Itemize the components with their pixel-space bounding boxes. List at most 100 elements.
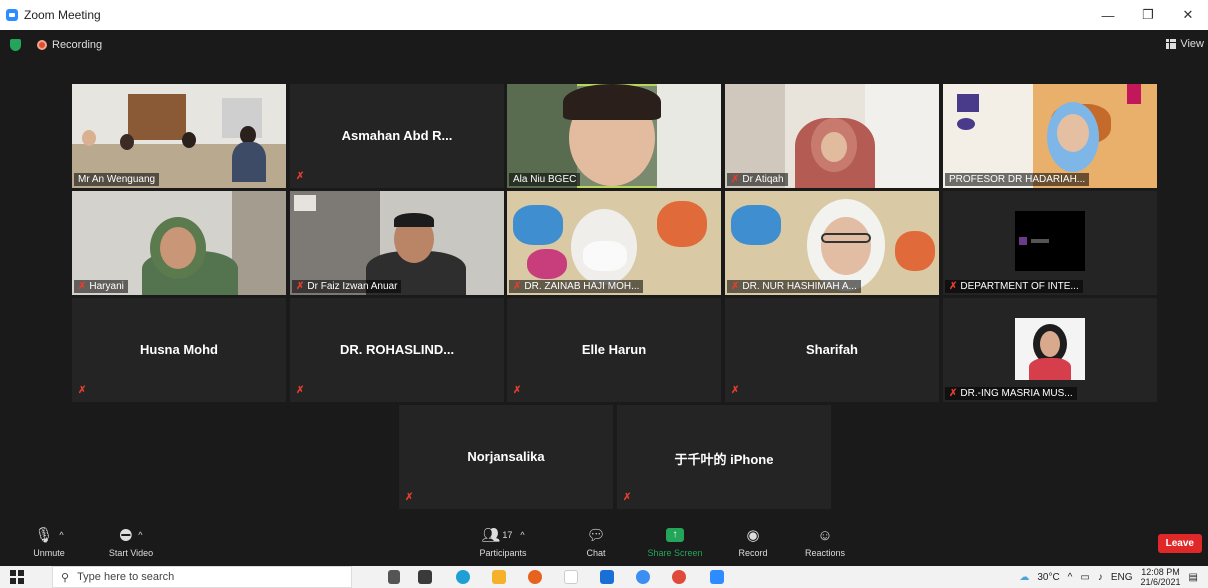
search-icon: ⚲	[61, 571, 70, 584]
participant-tile[interactable]: ✗ Haryani	[72, 191, 286, 295]
participant-name: Elle Harun	[581, 342, 647, 357]
muted-mic-icon: ✗	[78, 385, 87, 396]
participant-tile[interactable]: ✗ Dr Faiz Izwan Anuar	[290, 191, 504, 295]
video-off-icon: ⛔︎ ^	[119, 526, 143, 544]
file-explorer-icon[interactable]	[492, 570, 506, 584]
participant-tile[interactable]: ✗ DR.-ING MASRIA MUS...	[943, 298, 1157, 402]
window-controls: — ❐ ✕	[1088, 0, 1208, 30]
participant-name: ✗ DR.-ING MASRIA MUS...	[945, 387, 1077, 400]
participants-icon: 👥︎ 17 ^	[481, 527, 525, 544]
participant-tile[interactable]: Norjansalika ✗	[399, 405, 613, 509]
mail-icon[interactable]	[600, 570, 614, 584]
participant-tile[interactable]: Asmahan Abd R... ✗	[290, 84, 504, 188]
close-button[interactable]: ✕	[1168, 0, 1208, 30]
window-titlebar: Zoom Meeting — ❐ ✕	[0, 0, 1208, 30]
language-indicator[interactable]: ENG	[1111, 572, 1133, 583]
taskbar-search-input[interactable]: ⚲ Type here to search	[52, 566, 352, 588]
participant-tile[interactable]: ✗ Dr Atiqah	[725, 84, 939, 188]
participant-name: Norjansalika	[467, 449, 545, 464]
participant-tile[interactable]: Elle Harun ✗	[507, 298, 721, 402]
recording-icon	[37, 40, 47, 50]
participant-name: 于千叶的 iPhone	[674, 452, 774, 467]
leave-button[interactable]: Leave	[1157, 534, 1202, 553]
window-title: Zoom Meeting	[24, 8, 101, 22]
participants-button[interactable]: 👥︎ 17 ^ Participants	[468, 524, 538, 558]
view-button[interactable]: View	[1166, 38, 1204, 50]
muted-mic-icon: ✗	[731, 385, 740, 396]
participant-tile[interactable]: ✗ DR. ZAINAB HAJI MOH...	[507, 191, 721, 295]
zoom-app-icon	[6, 9, 18, 21]
participant-tile[interactable]: ✗ DEPARTMENT OF INTE...	[943, 191, 1157, 295]
meeting-topbar: Recording View	[0, 30, 1208, 60]
recording-label: Recording	[52, 39, 103, 51]
muted-mic-icon: ✗	[513, 281, 522, 292]
muted-mic-icon: ✗	[296, 281, 305, 292]
share-screen-icon: ↑	[666, 524, 684, 546]
view-label: View	[1180, 38, 1204, 50]
record-icon: ◉	[746, 527, 760, 544]
participant-name: ✗ Haryani	[74, 280, 128, 293]
record-button[interactable]: ◉ Record	[718, 524, 788, 558]
participant-name: Asmahan Abd R...	[341, 128, 453, 143]
network-icon[interactable]: ▭	[1080, 572, 1089, 583]
participant-name: Husna Mohd	[140, 342, 218, 357]
edge-icon[interactable]	[456, 570, 470, 584]
participant-name: ✗ Dr Faiz Izwan Anuar	[292, 280, 402, 293]
zoom-taskbar-icon[interactable]	[710, 570, 724, 584]
muted-mic-icon: ✗	[949, 388, 958, 399]
muted-microphone-icon: 🎙︎ ^	[34, 527, 64, 544]
muted-mic-icon: ✗	[623, 492, 632, 503]
participant-name: Sharifah	[805, 342, 858, 357]
meeting-controls: 🎙︎ ^ Unmute ⛔︎ ^ Start Video 👥︎ 17 ^ Partici…	[0, 522, 1208, 564]
muted-mic-icon: ✗	[949, 281, 958, 292]
participant-tile[interactable]: Sharifah ✗	[725, 298, 939, 402]
chat-icon: 💬︎	[586, 527, 606, 544]
taskbar-clock[interactable]: 12:08 PM 21/6/2021	[1141, 567, 1181, 587]
active-speaker-tile[interactable]: Ala Niu BGEC	[507, 84, 721, 188]
reactions-button[interactable]: ☺︎ Reactions	[790, 524, 860, 559]
participant-name: ✗ DR. NUR HASHIMAH A...	[727, 280, 861, 293]
minimize-button[interactable]: —	[1088, 0, 1128, 30]
participant-tile[interactable]: ✗ DR. NUR HASHIMAH A...	[725, 191, 939, 295]
grid-view-icon	[1166, 39, 1177, 49]
chat-button[interactable]: 💬︎ Chat	[561, 524, 631, 558]
volume-icon[interactable]: ♪	[1098, 572, 1103, 583]
share-screen-button[interactable]: ↑ Share Screen	[640, 524, 710, 558]
muted-mic-icon: ✗	[731, 174, 740, 185]
temperature-text[interactable]: 30°C	[1037, 572, 1059, 583]
muted-mic-icon: ✗	[405, 492, 414, 503]
restore-button[interactable]: ❐	[1128, 0, 1168, 30]
start-video-button[interactable]: ⛔︎ ^ Start Video	[96, 524, 166, 559]
store-icon[interactable]	[418, 570, 432, 584]
participant-name: DR. ROHASLIND...	[339, 342, 455, 357]
participant-tile[interactable]: Mr An Wenguang	[72, 84, 286, 188]
tray-chevron-icon[interactable]: ^	[1068, 572, 1073, 583]
participant-tile[interactable]: 于千叶的 iPhone ✗	[617, 405, 831, 509]
firefox-icon[interactable]	[528, 570, 542, 584]
participant-tile[interactable]: DR. ROHASLIND... ✗	[290, 298, 504, 402]
chrome-icon[interactable]	[672, 570, 686, 584]
reactions-icon: ☺︎	[817, 526, 833, 544]
notifications-icon[interactable]: ▤	[1189, 572, 1198, 583]
task-view-icon[interactable]	[388, 570, 400, 584]
muted-mic-icon: ✗	[296, 385, 305, 396]
muted-mic-icon: ✗	[296, 171, 305, 182]
participant-name: ✗ Dr Atiqah	[727, 173, 788, 186]
amazon-icon[interactable]	[564, 570, 578, 584]
os-taskbar: ⚲ Type here to search ☁︎ 30°C ^ ▭ ♪ ENG …	[0, 566, 1208, 588]
weather-icon: ☁︎	[1019, 571, 1030, 583]
muted-mic-icon: ✗	[78, 281, 87, 292]
google-icon[interactable]	[636, 570, 650, 584]
participant-name: Mr An Wenguang	[74, 173, 160, 186]
participant-tile[interactable]: PROFESOR DR HADARIAH...	[943, 84, 1157, 188]
windows-start-icon[interactable]	[10, 570, 24, 584]
participant-tile[interactable]: Husna Mohd ✗	[72, 298, 286, 402]
security-shield-icon[interactable]	[10, 39, 21, 51]
muted-mic-icon: ✗	[513, 385, 522, 396]
system-tray: ☁︎ 30°C ^ ▭ ♪ ENG 12:08 PM 21/6/2021 ▤	[1019, 566, 1208, 588]
unmute-button[interactable]: 🎙︎ ^ Unmute	[14, 524, 84, 558]
muted-mic-icon: ✗	[731, 281, 740, 292]
participant-name: PROFESOR DR HADARIAH...	[945, 173, 1090, 186]
participant-name: ✗ DEPARTMENT OF INTE...	[945, 280, 1083, 293]
participant-name: Ala Niu BGEC	[509, 173, 581, 186]
